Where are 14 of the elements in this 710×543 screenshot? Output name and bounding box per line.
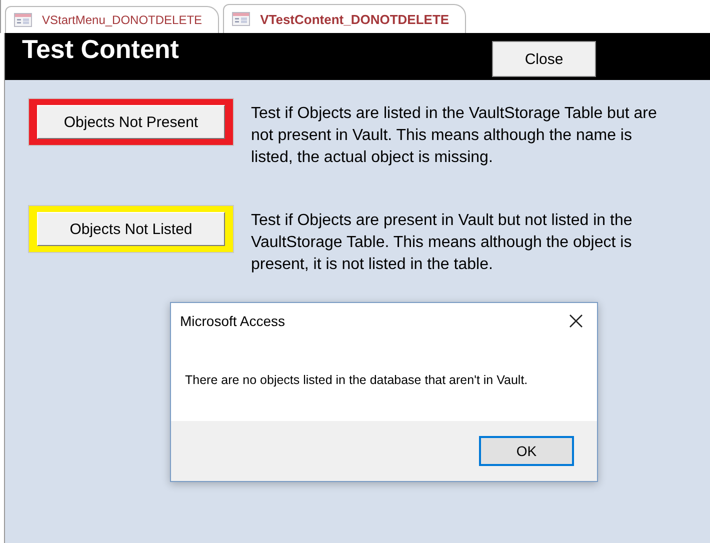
test-button[interactable]: Objects Not Listed bbox=[37, 212, 225, 246]
ok-button[interactable]: OK bbox=[479, 436, 574, 466]
form-icon bbox=[232, 12, 250, 26]
dialog-title: Microsoft Access bbox=[180, 313, 286, 329]
form-icon bbox=[14, 13, 32, 27]
form-title: Test Content bbox=[22, 34, 179, 66]
close-icon[interactable] bbox=[569, 314, 583, 328]
document-tab[interactable]: VStartMenu_DONOTDELETE bbox=[5, 6, 220, 33]
test-description: Test if Objects are present in Vault but not listed in the VaultStorage Table. This means although the object is present, it is not listed in the table. bbox=[251, 211, 634, 275]
dialog-message: There are no objects listed in the database that aren't in Vault. bbox=[185, 373, 529, 389]
close-button[interactable]: Close bbox=[492, 41, 596, 77]
document-tab[interactable]: VTestContent_DONOTDELETE bbox=[223, 4, 466, 33]
test-button[interactable]: Objects Not Present bbox=[37, 105, 225, 139]
test-description: Test if Objects are listed in the VaultStorage Table but are not present in Vault. This means although the name is listed, the actual object is missing. bbox=[251, 104, 658, 168]
